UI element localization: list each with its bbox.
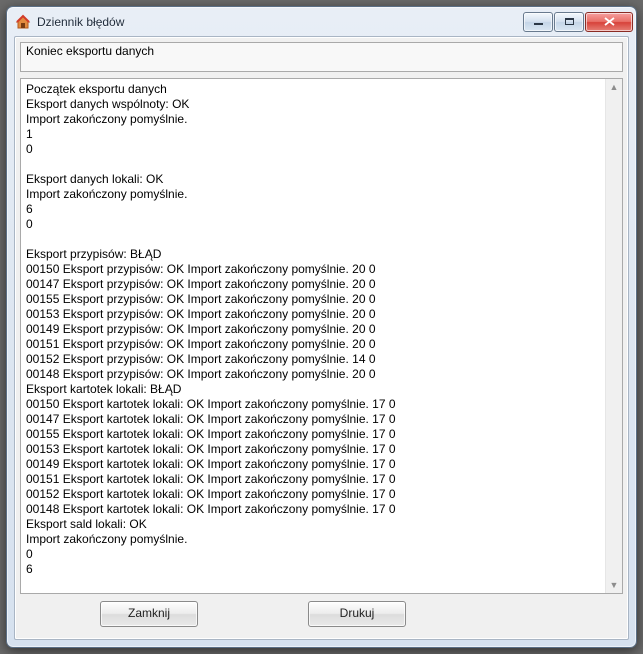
scrollbar[interactable]: ▲ ▼ bbox=[605, 79, 622, 593]
window-title: Dziennik błędów bbox=[37, 15, 523, 29]
minimize-button[interactable] bbox=[523, 12, 553, 32]
close-icon bbox=[604, 17, 615, 26]
titlebar[interactable]: Dziennik błędów bbox=[7, 7, 636, 36]
error-log-window: Dziennik błędów Koniec eksportu danych P… bbox=[6, 6, 637, 648]
print-button[interactable]: Drukuj bbox=[308, 601, 406, 627]
client-area: Koniec eksportu danych Początek eksportu… bbox=[14, 36, 629, 640]
scroll-down-icon[interactable]: ▼ bbox=[606, 577, 622, 593]
status-text: Koniec eksportu danych bbox=[26, 44, 154, 58]
maximize-button[interactable] bbox=[554, 12, 584, 32]
scroll-up-icon[interactable]: ▲ bbox=[606, 79, 622, 95]
status-box: Koniec eksportu danych bbox=[20, 42, 623, 72]
close-button[interactable]: Zamknij bbox=[100, 601, 198, 627]
app-icon bbox=[15, 14, 31, 30]
window-close-button[interactable] bbox=[585, 12, 633, 32]
footer: Zamknij Drukuj bbox=[20, 594, 623, 634]
log-panel: Początek eksportu danych Eksport danych … bbox=[20, 78, 623, 594]
log-text[interactable]: Początek eksportu danych Eksport danych … bbox=[21, 79, 605, 593]
